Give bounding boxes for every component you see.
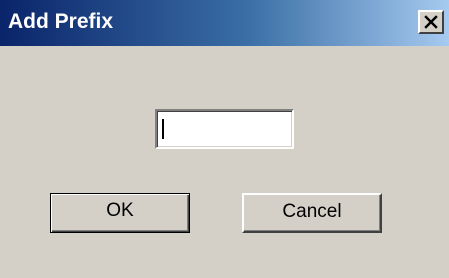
prefix-input[interactable] [155, 109, 294, 149]
close-icon [424, 15, 438, 29]
dialog-title: Add Prefix [8, 10, 114, 33]
close-button[interactable] [418, 10, 444, 34]
title-bar[interactable]: Add Prefix [0, 0, 449, 46]
ok-button[interactable]: OK [50, 193, 190, 233]
add-prefix-dialog: Add Prefix OK Cancel [0, 0, 449, 278]
cancel-button[interactable]: Cancel [242, 193, 382, 233]
text-caret [162, 119, 164, 139]
